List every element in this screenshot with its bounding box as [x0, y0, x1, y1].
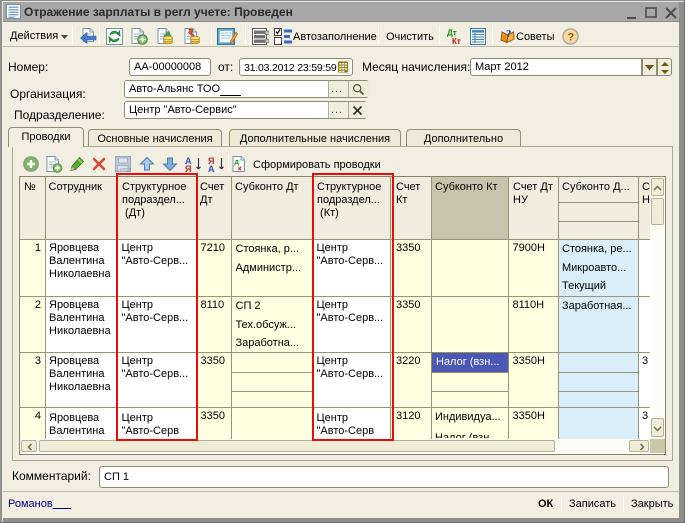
svg-text:А: А — [208, 164, 215, 173]
svg-text:Я: Я — [185, 164, 191, 173]
svg-text:?: ? — [568, 32, 575, 44]
svg-text:?: ? — [506, 28, 512, 40]
svg-text:Кт: Кт — [452, 37, 461, 45]
svg-text:к: к — [238, 166, 242, 173]
svg-text:ИТОГ: ИТОГ — [120, 167, 132, 172]
